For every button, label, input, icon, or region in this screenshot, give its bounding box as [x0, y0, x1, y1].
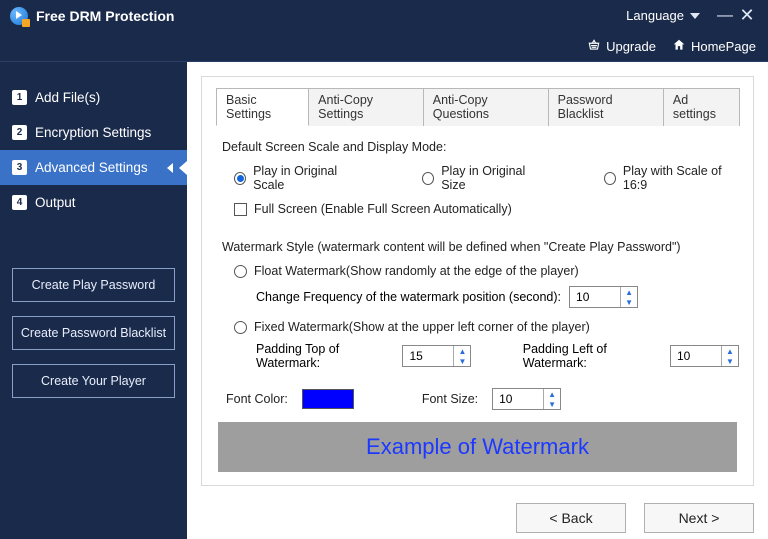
radio-label: Play in Original Scale	[253, 164, 362, 192]
scale-section-title: Default Screen Scale and Display Mode:	[222, 140, 739, 154]
tab-ad-settings[interactable]: Ad settings	[663, 88, 740, 126]
app-logo-icon	[10, 7, 28, 25]
radio-label: Fixed Watermark(Show at the upper left c…	[254, 320, 590, 334]
tabstrip: Basic Settings Anti-Copy Settings Anti-C…	[216, 87, 739, 125]
chevron-down-icon	[690, 13, 700, 19]
tab-password-blacklist[interactable]: Password Blacklist	[548, 88, 664, 126]
watermark-preview-text: Example of Watermark	[366, 434, 589, 460]
radio-float-watermark[interactable]: Float Watermark(Show randomly at the edg…	[234, 264, 579, 278]
step-number: 2	[12, 125, 27, 140]
app-title: Free DRM Protection	[36, 8, 174, 24]
radio-label: Play with Scale of 16:9	[623, 164, 739, 192]
upgrade-button[interactable]: Upgrade	[587, 38, 656, 55]
radio-icon	[604, 172, 616, 185]
watermark-section-title: Watermark Style (watermark content will …	[222, 240, 739, 254]
create-password-blacklist-button[interactable]: Create Password Blacklist	[12, 316, 175, 350]
language-label: Language	[626, 8, 684, 23]
radio-label: Play in Original Size	[441, 164, 544, 192]
radio-original-size[interactable]: Play in Original Size	[422, 164, 544, 192]
pad-left-field[interactable]	[671, 346, 721, 366]
spin-up-icon[interactable]: ▲	[454, 346, 470, 356]
font-size-field[interactable]	[493, 389, 543, 409]
tab-basic-settings[interactable]: Basic Settings	[216, 88, 309, 126]
sidebar: 1 Add File(s) 2 Encryption Settings 3 Ad…	[0, 62, 187, 539]
step-label: Advanced Settings	[35, 160, 148, 175]
font-size-input[interactable]: ▲▼	[492, 388, 561, 410]
back-button[interactable]: < Back	[516, 503, 626, 533]
pad-left-input[interactable]: ▲▼	[670, 345, 739, 367]
main-area: Basic Settings Anti-Copy Settings Anti-C…	[187, 62, 768, 539]
float-freq-field[interactable]	[570, 287, 620, 307]
close-button[interactable]: ✕	[736, 5, 758, 26]
checkbox-icon	[234, 203, 247, 216]
basket-icon	[587, 38, 601, 55]
step-number: 1	[12, 90, 27, 105]
homepage-button[interactable]: HomePage	[672, 38, 756, 55]
checkbox-fullscreen[interactable]: Full Screen (Enable Full Screen Automati…	[234, 202, 512, 216]
radio-original-scale[interactable]: Play in Original Scale	[234, 164, 362, 192]
spin-down-icon[interactable]: ▼	[544, 399, 560, 409]
settings-panel: Basic Settings Anti-Copy Settings Anti-C…	[201, 76, 754, 486]
spin-up-icon[interactable]: ▲	[544, 389, 560, 399]
font-color-picker[interactable]	[302, 389, 354, 409]
sidebar-step-output[interactable]: 4 Output	[0, 185, 187, 220]
upgrade-label: Upgrade	[606, 39, 656, 54]
pad-top-field[interactable]	[403, 346, 453, 366]
sidebar-step-encryption[interactable]: 2 Encryption Settings	[0, 115, 187, 150]
font-color-label: Font Color:	[226, 392, 288, 406]
tab-anticopy-questions[interactable]: Anti-Copy Questions	[423, 88, 549, 126]
radio-icon	[422, 172, 434, 185]
radio-icon	[234, 265, 247, 278]
watermark-preview: Example of Watermark	[218, 422, 737, 472]
homepage-label: HomePage	[691, 39, 756, 54]
caret-left-icon	[167, 163, 173, 173]
language-selector[interactable]: Language	[626, 8, 700, 23]
radio-icon	[234, 321, 247, 334]
radio-icon	[234, 172, 246, 185]
radio-scale-169[interactable]: Play with Scale of 16:9	[604, 164, 739, 192]
pad-left-label: Padding Left of Watermark:	[523, 342, 652, 370]
pad-top-label: Padding Top of Watermark:	[256, 342, 384, 370]
radio-fixed-watermark[interactable]: Fixed Watermark(Show at the upper left c…	[234, 320, 590, 334]
create-your-player-button[interactable]: Create Your Player	[12, 364, 175, 398]
step-label: Add File(s)	[35, 90, 100, 105]
titlebar: Free DRM Protection Language — ✕	[0, 0, 768, 32]
step-number: 3	[12, 160, 27, 175]
tab-anticopy-settings[interactable]: Anti-Copy Settings	[308, 88, 424, 126]
float-freq-label: Change Frequency of the watermark positi…	[256, 290, 561, 304]
next-button[interactable]: Next >	[644, 503, 754, 533]
spin-down-icon[interactable]: ▼	[722, 356, 738, 366]
pad-top-input[interactable]: ▲▼	[402, 345, 471, 367]
step-number: 4	[12, 195, 27, 210]
radio-label: Float Watermark(Show randomly at the edg…	[254, 264, 579, 278]
spin-down-icon[interactable]: ▼	[621, 297, 637, 307]
minimize-button[interactable]: —	[714, 7, 736, 25]
spin-up-icon[interactable]: ▲	[722, 346, 738, 356]
step-label: Output	[35, 195, 76, 210]
sidebar-step-add-files[interactable]: 1 Add File(s)	[0, 80, 187, 115]
toolbar: Upgrade HomePage	[0, 32, 768, 62]
create-play-password-button[interactable]: Create Play Password	[12, 268, 175, 302]
step-label: Encryption Settings	[35, 125, 151, 140]
home-icon	[672, 38, 686, 55]
checkbox-label: Full Screen (Enable Full Screen Automati…	[254, 202, 512, 216]
spin-up-icon[interactable]: ▲	[621, 287, 637, 297]
float-freq-input[interactable]: ▲▼	[569, 286, 638, 308]
sidebar-step-advanced[interactable]: 3 Advanced Settings	[0, 150, 187, 185]
footer-nav: < Back Next >	[516, 503, 754, 533]
spin-down-icon[interactable]: ▼	[454, 356, 470, 366]
font-size-label: Font Size:	[422, 392, 478, 406]
